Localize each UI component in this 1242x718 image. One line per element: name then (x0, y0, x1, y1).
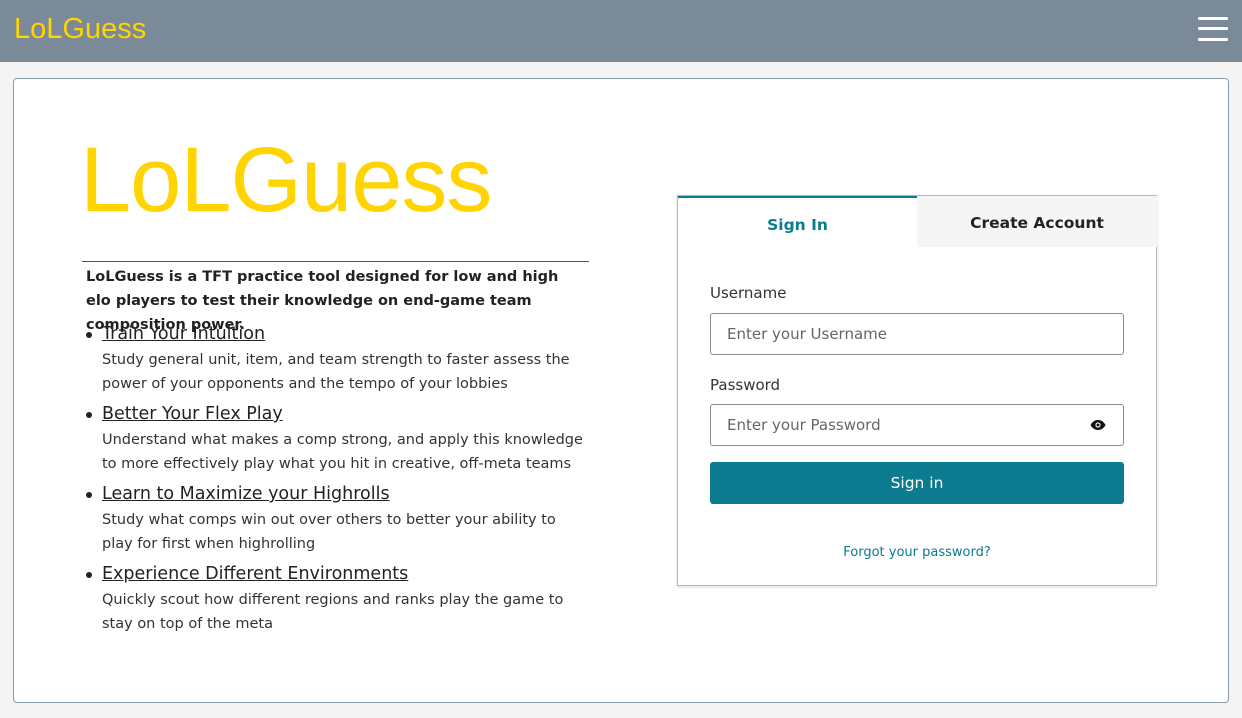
auth-card: Sign In Create Account Username Password… (677, 195, 1157, 586)
feature-title-link[interactable]: Experience Different Environments (102, 560, 408, 588)
forgot-password-link[interactable]: Forgot your password? (678, 545, 1156, 560)
top-navbar: LoLGuess (0, 0, 1242, 62)
feature-title-link[interactable]: Learn to Maximize your Highrolls (102, 480, 390, 508)
bullet-icon (86, 492, 92, 498)
bullet-icon (86, 572, 92, 578)
hamburger-menu-icon[interactable] (1198, 15, 1228, 43)
feature-list: Train Your Intuition Study general unit,… (86, 320, 586, 640)
password-label: Password (710, 376, 781, 394)
feature-description: Study what comps win out over others to … (102, 512, 556, 552)
username-input[interactable] (710, 313, 1124, 355)
feature-description: Quickly scout how different regions and … (102, 592, 564, 632)
feature-title-link[interactable]: Better Your Flex Play (102, 400, 283, 428)
feature-item: Train Your Intuition Study general unit,… (86, 320, 586, 396)
feature-description: Study general unit, item, and team stren… (102, 352, 570, 392)
hero-title: LoLGuess (80, 129, 492, 231)
bullet-icon (86, 412, 92, 418)
feature-title-link[interactable]: Train Your Intuition (102, 320, 265, 348)
feature-item: Learn to Maximize your Highrolls Study w… (86, 480, 586, 556)
feature-item: Better Your Flex Play Understand what ma… (86, 400, 586, 476)
feature-item: Experience Different Environments Quickl… (86, 560, 586, 636)
password-input[interactable] (710, 404, 1074, 446)
navbar-brand-link[interactable]: LoLGuess (14, 13, 146, 46)
hero-divider (82, 261, 589, 262)
feature-description: Understand what makes a comp strong, and… (102, 432, 583, 472)
tab-sign-in[interactable]: Sign In (678, 196, 917, 247)
username-label: Username (710, 284, 787, 302)
eye-icon (1090, 420, 1106, 430)
tab-create-account[interactable]: Create Account (917, 196, 1157, 247)
sign-in-button[interactable]: Sign in (710, 462, 1124, 504)
bullet-icon (86, 332, 92, 338)
show-password-button[interactable] (1073, 404, 1124, 446)
